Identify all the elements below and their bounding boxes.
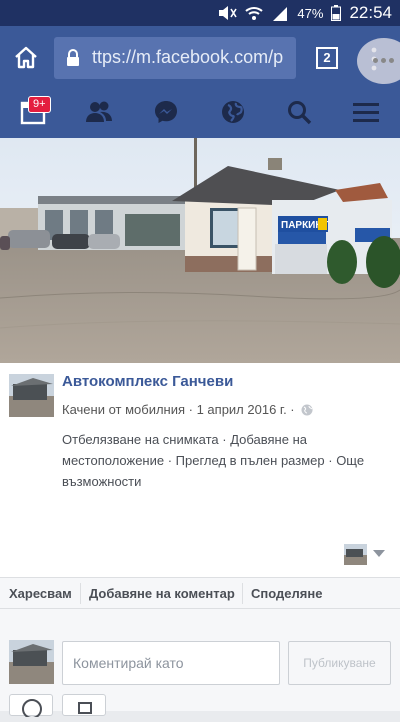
battery-icon xyxy=(331,5,342,21)
post-meta: Качени от мобилния · 1 април 2016 г. · xyxy=(62,402,313,419)
page-avatar[interactable] xyxy=(9,374,54,417)
search-tab[interactable] xyxy=(266,90,332,138)
clock: 22:54 xyxy=(349,3,392,22)
post-photo[interactable]: ПАРКИНГ xyxy=(0,138,400,363)
post-meta-text: Качени от мобилния · 1 април 2016 г. · xyxy=(62,402,295,417)
like-button[interactable]: Харесвам xyxy=(9,578,72,609)
tag-photo-link[interactable]: Отбелязване на снимката xyxy=(62,432,219,447)
friends-icon xyxy=(85,100,113,129)
facebook-nav-bar: 9+ xyxy=(0,90,400,138)
url-text: ttps://m.facebook.com/p xyxy=(92,47,284,67)
divider xyxy=(242,583,243,604)
address-bar[interactable]: ttps://m.facebook.com/p xyxy=(54,37,296,79)
messages-tab[interactable] xyxy=(133,90,199,138)
add-comment-button[interactable]: Добавяне на коментар xyxy=(89,578,235,609)
main-menu-tab[interactable] xyxy=(333,90,399,138)
notifications-tab[interactable]: 9+ xyxy=(0,90,66,138)
floating-overlay-bubble[interactable] xyxy=(357,38,400,84)
globe-icon xyxy=(220,99,246,130)
friend-requests-tab[interactable] xyxy=(66,90,132,138)
hamburger-menu-icon xyxy=(353,101,379,128)
sticker-button[interactable] xyxy=(9,694,53,719)
home-icon[interactable] xyxy=(12,44,40,72)
comment-composer: Коментирай като Публикуване xyxy=(0,609,400,719)
messenger-icon xyxy=(153,99,179,130)
mute-icon xyxy=(217,5,238,21)
browser-toolbar: ttps://m.facebook.com/p 2 xyxy=(0,26,400,90)
view-full-size-link[interactable]: Преглед в пълен размер xyxy=(176,453,325,468)
tab-switcher-button[interactable]: 2 xyxy=(316,47,338,69)
post-info-panel: Автокомплекс Ганчеви Качени от мобилния … xyxy=(0,363,400,577)
publish-comment-button[interactable]: Публикуване xyxy=(288,641,391,685)
page-name-link[interactable]: Автокомплекс Ганчеви xyxy=(62,373,233,390)
lock-icon xyxy=(66,49,80,71)
chevron-down-icon[interactable] xyxy=(373,550,385,557)
wifi-icon xyxy=(245,5,264,21)
audience-selector-avatar[interactable] xyxy=(344,544,367,565)
share-button[interactable]: Споделяне xyxy=(251,578,322,609)
notifications-badge: 9+ xyxy=(28,96,51,113)
signal-icon xyxy=(271,5,289,21)
globe-tab[interactable] xyxy=(200,90,266,138)
commenter-avatar xyxy=(9,640,54,684)
smiley-icon xyxy=(22,699,42,719)
search-icon xyxy=(286,99,312,130)
status-bar: 47% 22:54 xyxy=(0,0,400,26)
globe-privacy-icon xyxy=(301,404,313,419)
camera-icon xyxy=(78,702,92,714)
attach-photo-button[interactable] xyxy=(62,694,106,716)
battery-percent: 47% xyxy=(297,5,324,21)
photo-actions-links: Отбелязване на снимката · Добавяне на ме… xyxy=(62,432,365,489)
photo-image: ПАРКИНГ xyxy=(0,138,400,363)
divider xyxy=(80,583,81,604)
comment-input[interactable]: Коментирай като xyxy=(62,641,280,685)
post-actions-bar: Харесвам Добавяне на коментар Споделяне xyxy=(0,577,400,609)
